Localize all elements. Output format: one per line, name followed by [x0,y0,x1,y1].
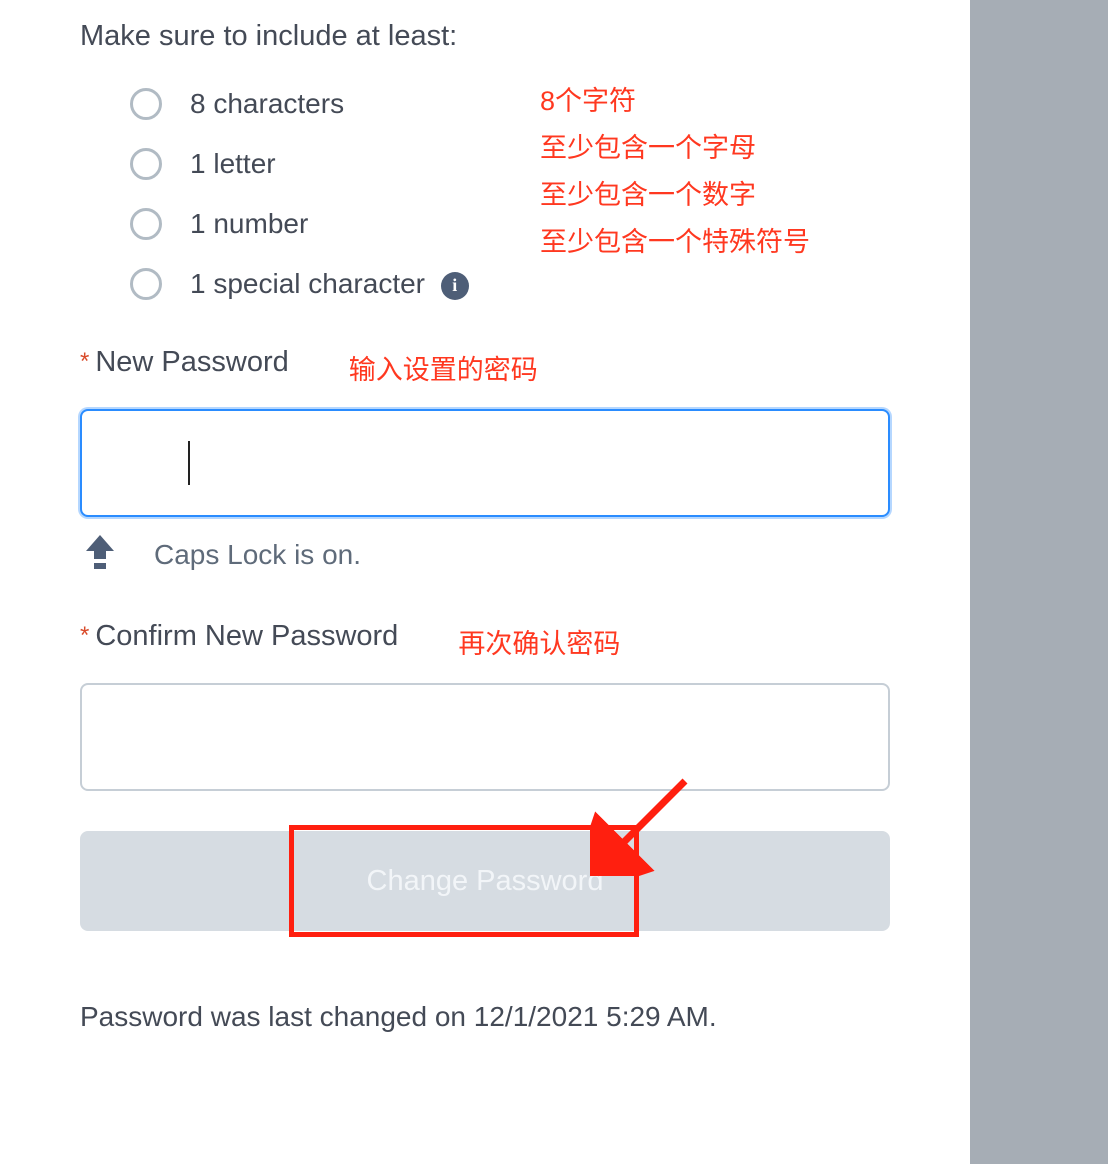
text-caret-icon [188,441,190,485]
change-password-button[interactable]: Change Password [80,831,890,931]
input-wrapper [80,409,890,517]
annotation-text: 至少包含一个字母 [540,125,810,172]
radio-unchecked-icon [130,88,162,120]
confirm-password-input[interactable] [80,683,890,791]
caps-lock-warning: Caps Lock is on. [80,535,890,574]
requirements-list: 8 characters 1 letter 1 number 1 special… [130,88,890,300]
requirement-label-text: 1 special character [190,268,425,299]
requirement-item: 1 special character i [130,268,890,300]
requirement-label: 1 letter [190,148,276,180]
new-password-input[interactable] [80,409,890,517]
field-label-row: * New Password 输入设置的密码 [80,340,890,379]
annotation-text: 至少包含一个特殊符号 [540,219,810,266]
caps-lock-text: Caps Lock is on. [154,539,361,571]
annotation-text: 再次确认密码 [458,622,620,661]
new-password-block: * New Password 输入设置的密码 [80,340,890,517]
last-changed-text: Password was last changed on 12/1/2021 5… [80,1001,890,1033]
button-row: Change Password [80,831,890,931]
requirement-annotations: 8个字符 至少包含一个字母 至少包含一个数字 至少包含一个特殊符号 [540,78,810,266]
radio-unchecked-icon [130,268,162,300]
annotation-text: 至少包含一个数字 [540,172,810,219]
requirement-label: 8 characters [190,88,344,120]
password-form-panel: Make sure to include at least: 8 charact… [0,0,970,1164]
field-label-row: * Confirm New Password 再次确认密码 [80,614,890,653]
requirement-label: 1 number [190,208,308,240]
confirm-password-label: Confirm New Password [95,620,398,653]
info-icon[interactable]: i [441,272,469,300]
caps-lock-icon [86,535,114,574]
requirement-label: 1 special character i [190,268,469,300]
radio-unchecked-icon [130,208,162,240]
annotation-text: 8个字符 [540,78,810,125]
new-password-label: New Password [95,346,288,379]
required-star-icon: * [80,622,89,650]
annotation-text: 输入设置的密码 [349,348,538,387]
confirm-password-block: * Confirm New Password 再次确认密码 [80,614,890,791]
required-star-icon: * [80,348,89,376]
radio-unchecked-icon [130,148,162,180]
intro-text: Make sure to include at least: [80,20,890,53]
